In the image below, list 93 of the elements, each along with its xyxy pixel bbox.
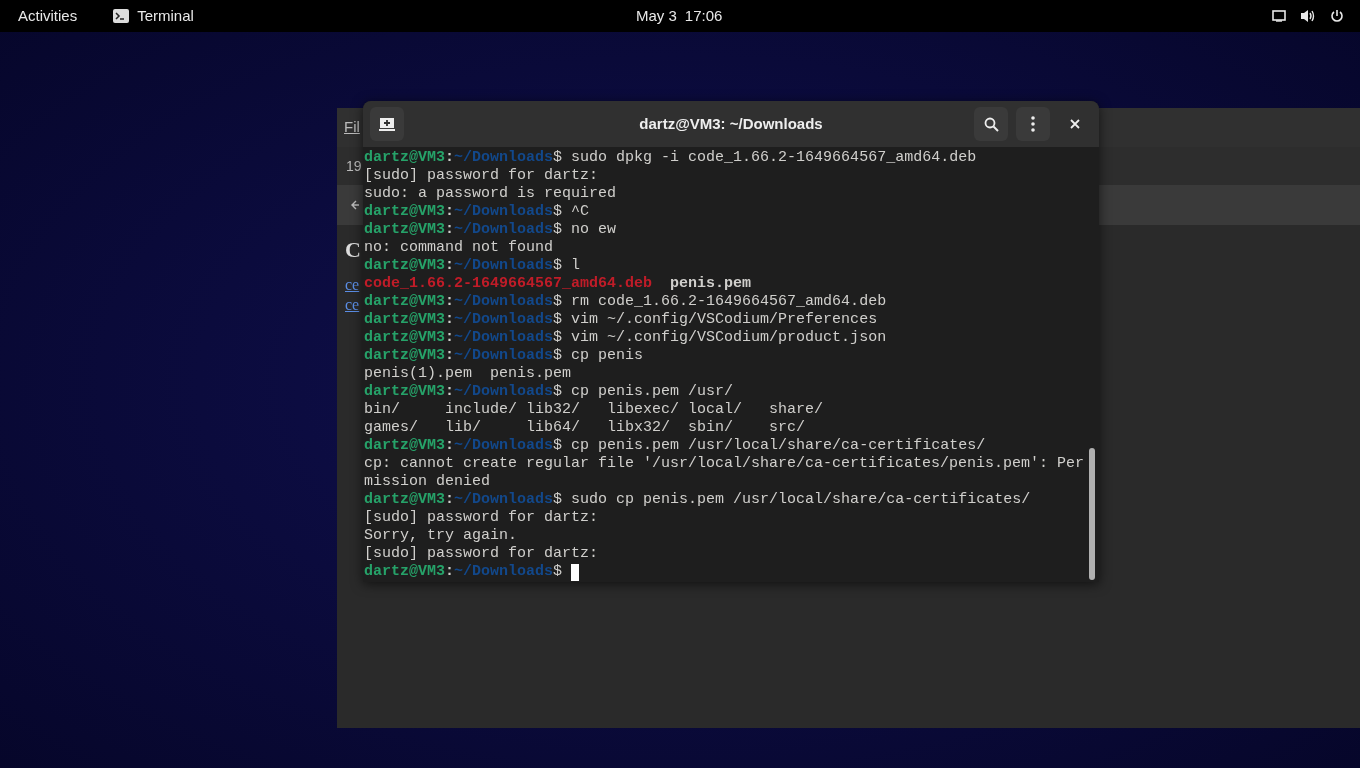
- output-text: [sudo] password for dartz:: [364, 507, 599, 528]
- prompt-path: ~/Downloads: [454, 201, 554, 222]
- prompt-symbol: $: [553, 201, 563, 222]
- kebab-menu-icon: [1031, 116, 1035, 132]
- file-name: code_1.66.2-1649664567_amd64.deb: [364, 273, 653, 294]
- prompt-separator: :: [445, 561, 455, 582]
- command-text: l: [570, 255, 581, 276]
- page-heading: C: [345, 236, 361, 263]
- close-icon: [1070, 119, 1080, 129]
- output-text: [sudo] password for dartz:: [364, 543, 599, 564]
- prompt-user: dartz@VM3: [364, 219, 445, 240]
- power-icon[interactable]: [1330, 9, 1344, 23]
- prompt-user: dartz@VM3: [364, 201, 445, 222]
- link[interactable]: ce: [345, 273, 360, 293]
- prompt-separator: :: [445, 309, 455, 330]
- search-button[interactable]: [974, 107, 1008, 141]
- prompt-symbol: $: [553, 255, 563, 276]
- prompt-symbol: $: [553, 435, 563, 456]
- output-text: penis(1).pem penis.pem: [364, 363, 572, 384]
- window-title: dartz@VM3: ~/Downloads: [638, 113, 824, 134]
- output-text: Sorry, try again.: [364, 525, 518, 546]
- command-text: sudo dpkg -i code_1.66.2-1649664567_amd64.deb: [570, 147, 977, 168]
- prompt-symbol: $: [553, 219, 563, 240]
- prompt-symbol: $: [553, 309, 563, 330]
- prompt-separator: :: [445, 489, 455, 510]
- row-text: 19: [346, 156, 362, 176]
- prompt-user: dartz@VM3: [364, 561, 445, 582]
- prompt-user: dartz@VM3: [364, 147, 445, 168]
- app-menu-label[interactable]: Terminal: [137, 4, 194, 28]
- new-tab-button[interactable]: [370, 107, 404, 141]
- prompt-symbol: $: [553, 345, 563, 366]
- prompt-symbol: $: [553, 381, 563, 402]
- menu-button[interactable]: [1016, 107, 1050, 141]
- output-text: mission denied: [364, 471, 491, 492]
- prompt-path: ~/Downloads: [454, 309, 554, 330]
- prompt-separator: :: [445, 219, 455, 240]
- prompt-path: ~/Downloads: [454, 147, 554, 168]
- prompt-user: dartz@VM3: [364, 327, 445, 348]
- prompt-user: dartz@VM3: [364, 489, 445, 510]
- prompt-path: ~/Downloads: [454, 291, 554, 312]
- prompt-user: dartz@VM3: [364, 435, 445, 456]
- output-text: [sudo] password for dartz:: [364, 165, 599, 186]
- prompt-separator: :: [445, 255, 455, 276]
- command-text: no ew: [570, 219, 617, 240]
- menu-item[interactable]: Fil: [344, 116, 360, 139]
- volume-icon[interactable]: [1300, 9, 1316, 23]
- search-icon: [983, 116, 999, 132]
- command-text: rm code_1.66.2-1649664567_amd64.deb: [570, 291, 887, 312]
- prompt-symbol: $: [553, 291, 563, 312]
- screen-icon[interactable]: [1272, 10, 1286, 22]
- prompt-symbol: $: [553, 147, 563, 168]
- prompt-path: ~/Downloads: [454, 381, 554, 402]
- command-text: cp penis.pem /usr/local/share/ca-certificates/: [570, 435, 986, 456]
- prompt-separator: :: [445, 201, 455, 222]
- prompt-user: dartz@VM3: [364, 345, 445, 366]
- prompt-path: ~/Downloads: [454, 561, 554, 582]
- prompt-separator: :: [445, 327, 455, 348]
- clock[interactable]: May 3 17:06: [636, 4, 723, 28]
- prompt-path: ~/Downloads: [454, 345, 554, 366]
- prompt-path: ~/Downloads: [454, 489, 554, 510]
- output-text: no: command not found: [364, 237, 554, 258]
- prompt-separator: :: [445, 147, 455, 168]
- prompt-path: ~/Downloads: [454, 435, 554, 456]
- command-text: vim ~/.config/VSCodium/product.json: [570, 327, 887, 348]
- link[interactable]: ce: [345, 293, 360, 313]
- prompt-user: dartz@VM3: [364, 381, 445, 402]
- prompt-separator: :: [445, 291, 455, 312]
- prompt-path: ~/Downloads: [454, 327, 554, 348]
- prompt-user: dartz@VM3: [364, 309, 445, 330]
- back-arrow-icon[interactable]: [351, 199, 361, 211]
- prompt-user: dartz@VM3: [364, 255, 445, 276]
- prompt-user: dartz@VM3: [364, 291, 445, 312]
- output-text: sudo: a password is required: [364, 183, 617, 204]
- command-text: ^C: [570, 201, 590, 222]
- command-text: cp penis: [570, 345, 644, 366]
- output-text: bin/ include/ lib32/ libexec/ local/ share/: [364, 399, 824, 420]
- prompt-path: ~/Downloads: [454, 219, 554, 240]
- prompt-symbol: $: [553, 489, 563, 510]
- command-text: sudo cp penis.pem /usr/local/share/ca-certificates/: [570, 489, 1031, 510]
- terminal-app-icon: [113, 9, 130, 23]
- prompt-separator: :: [445, 345, 455, 366]
- prompt-symbol: $: [553, 327, 563, 348]
- new-tab-icon: [379, 117, 395, 131]
- prompt-symbol: $: [553, 561, 563, 582]
- output-text: cp: cannot create regular file '/usr/local/share/ca-certificates/penis.pem': Per: [364, 453, 1085, 474]
- file-name: penis.pem: [670, 273, 752, 294]
- command-text: cp penis.pem /usr/: [570, 381, 734, 402]
- activities-button[interactable]: Activities: [18, 0, 78, 32]
- prompt-separator: :: [445, 381, 455, 402]
- command-text: vim ~/.config/VSCodium/Preferences: [570, 309, 878, 330]
- prompt-path: ~/Downloads: [454, 255, 554, 276]
- output-text: games/ lib/ lib64/ libx32/ sbin/ src/: [364, 417, 806, 438]
- prompt-separator: :: [445, 435, 455, 456]
